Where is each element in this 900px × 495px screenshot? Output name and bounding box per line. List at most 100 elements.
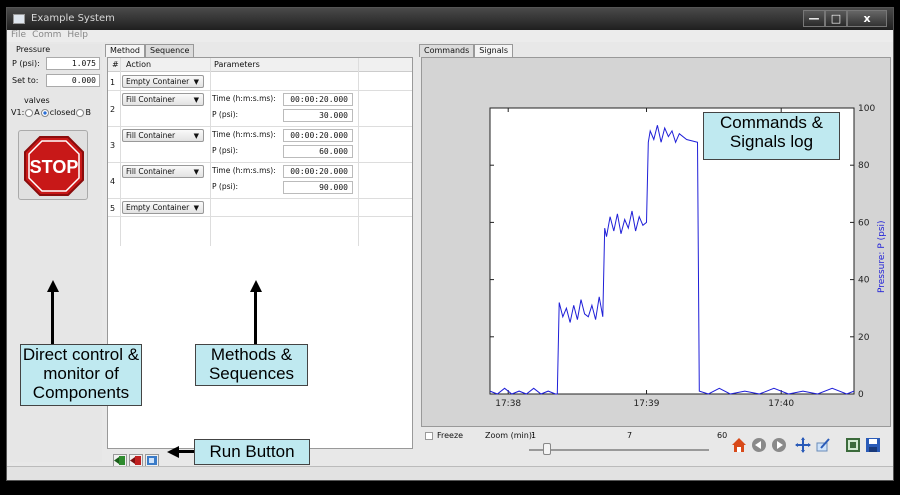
action-dropdown[interactable]: Fill Container ▼ [122, 129, 204, 142]
tab-signals[interactable]: Signals [474, 44, 514, 57]
annotation-arrow [254, 290, 257, 344]
header-num: # [112, 60, 119, 69]
x-tick-label: 17:39 [634, 399, 660, 409]
tab-method[interactable]: Method [105, 44, 146, 57]
stop-label: STOP [30, 157, 79, 177]
load-icon [147, 456, 157, 465]
row-number: 4 [110, 177, 116, 186]
menu-help[interactable]: Help [67, 30, 88, 42]
edit-icon[interactable] [815, 437, 831, 453]
stop-run-icon [130, 456, 141, 465]
tab-commands[interactable]: Commands [419, 44, 475, 57]
window-title: Example System [31, 13, 115, 24]
action-value: Fill Container [126, 131, 176, 140]
table-row[interactable]: 3 Fill Container ▼ Time (h:m:s.ms): 00:00… [108, 127, 412, 163]
forward-icon[interactable] [771, 437, 787, 453]
zoom-slider[interactable] [529, 449, 709, 451]
stop-button[interactable]: STOP [18, 130, 88, 200]
zoom-slider-handle[interactable] [543, 443, 551, 455]
action-dropdown[interactable]: Fill Container ▼ [122, 93, 204, 106]
table-row[interactable]: 1 Empty Container ▼ [108, 73, 412, 91]
chevron-down-icon: ▼ [193, 168, 199, 176]
zoom-label: Zoom (min): [485, 431, 535, 440]
action-dropdown[interactable]: Empty Container ▼ [122, 201, 204, 214]
status-bar [7, 466, 893, 480]
action-value: Empty Container [126, 77, 190, 86]
window-controls: — □ x [803, 10, 887, 27]
pressure-param-label: P (psi): [212, 146, 239, 155]
action-dropdown[interactable]: Fill Container ▼ [122, 165, 204, 178]
menu-file[interactable]: File [11, 30, 26, 42]
action-value: Fill Container [126, 167, 176, 176]
table-row[interactable]: 5 Empty Container ▼ [108, 199, 412, 217]
time-input[interactable]: 00:00:20.000 [283, 129, 353, 142]
home-icon[interactable] [731, 437, 747, 453]
valve-b-radio[interactable] [76, 108, 85, 117]
run-icon [114, 456, 125, 465]
set-to-label: Set to: [12, 76, 39, 85]
action-value: Empty Container [126, 203, 190, 212]
valve-b-label: B [85, 108, 91, 117]
zoom-value-label: 7 [627, 431, 633, 440]
y-tick-label: 40 [858, 276, 870, 286]
method-panel: Method Sequence # Action Parameters 1 Em… [105, 44, 415, 467]
valve-a-radio[interactable] [25, 108, 34, 117]
annotation-methods: Methods & Sequences [195, 344, 308, 386]
tab-sequence[interactable]: Sequence [145, 44, 195, 57]
time-input[interactable]: 00:00:20.000 [283, 165, 353, 178]
configure-icon[interactable] [845, 437, 861, 453]
app-icon [13, 14, 25, 24]
time-label: Time (h:m:s.ms): [212, 94, 276, 103]
chevron-down-icon: ▼ [193, 78, 199, 86]
chevron-down-icon: ▼ [193, 132, 199, 140]
setpoint-input[interactable]: 0.000 [46, 74, 100, 87]
pan-icon[interactable] [795, 437, 811, 453]
title-bar: Example System — □ x [7, 8, 893, 30]
y-tick-label: 20 [858, 333, 870, 343]
valve-closed-label: closed [49, 108, 76, 117]
time-input[interactable]: 00:00:20.000 [283, 93, 353, 106]
pressure-readout: 1.075 [46, 57, 100, 70]
annotation-direct-control: Direct control & monitor of Components [20, 344, 142, 406]
annotation-arrow [51, 290, 54, 344]
chevron-down-icon: ▼ [193, 96, 199, 104]
method-table: # Action Parameters 1 Empty Container ▼ 2… [107, 57, 413, 449]
save-icon[interactable] [865, 437, 881, 453]
action-dropdown[interactable]: Empty Container ▼ [122, 75, 204, 88]
valve-closed-radio[interactable] [40, 108, 49, 117]
pressure-param-label: P (psi): [212, 182, 239, 191]
freeze-label: Freeze [437, 431, 464, 440]
signals-tabs: Commands Signals [419, 44, 514, 57]
x-tick-label: 17:40 [768, 399, 794, 409]
valve-a-label: A [34, 108, 40, 117]
row-number: 5 [110, 204, 116, 213]
table-row[interactable]: 2 Fill Container ▼ Time (h:m:s.ms): 00:00… [108, 91, 412, 127]
pressure-param-input[interactable]: 30.000 [283, 109, 353, 122]
annotation-arrow-head [46, 280, 59, 292]
pressure-param-label: P (psi): [212, 110, 239, 119]
back-icon[interactable] [751, 437, 767, 453]
pressure-label: P (psi): [12, 59, 40, 68]
pressure-param-input[interactable]: 90.000 [283, 181, 353, 194]
close-button[interactable]: x [847, 10, 887, 27]
menu-bar: File Comm Help [7, 30, 893, 42]
method-tabs: Method Sequence [105, 44, 195, 57]
freeze-checkbox[interactable] [425, 432, 433, 440]
table-header: # Action Parameters [108, 58, 412, 72]
row-number: 3 [110, 141, 116, 150]
header-action: Action [126, 60, 152, 69]
row-number: 1 [110, 78, 116, 87]
chevron-down-icon: ▼ [193, 204, 199, 212]
annotation-commands-log: Commands & Signals log [703, 112, 840, 160]
menu-comm[interactable]: Comm [32, 30, 61, 42]
action-value: Fill Container [126, 95, 176, 104]
pressure-param-input[interactable]: 60.000 [283, 145, 353, 158]
plot-toolbar: Freeze Zoom (min): 1 7 60 [421, 428, 891, 464]
app-window: Example System — □ x File Comm Help Pres… [6, 7, 894, 481]
minimize-button[interactable]: — [803, 10, 825, 27]
pressure-heading: Pressure [16, 45, 51, 54]
y-tick-label: 0 [858, 390, 864, 400]
table-row[interactable]: 4 Fill Container ▼ Time (h:m:s.ms): 00:00… [108, 163, 412, 199]
annotation-arrow-head [167, 445, 179, 458]
maximize-button[interactable]: □ [825, 10, 847, 27]
